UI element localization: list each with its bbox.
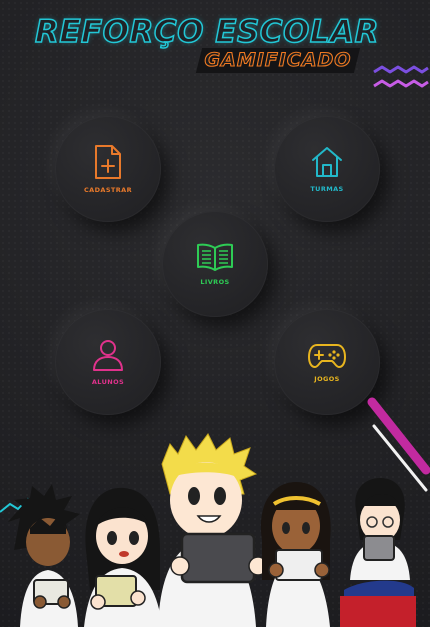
cadastrar-label: CADASTRAR: [84, 186, 132, 194]
alunos-label: ALUNOS: [91, 378, 125, 386]
jogos-button[interactable]: JOGOS: [274, 309, 380, 415]
livros-label: LIVROS: [200, 278, 230, 286]
app-title: REFORÇO ESCOLAR: [34, 13, 380, 51]
cyan-zigzag-decoration-icon: [0, 495, 43, 513]
turmas-label: TURMAS: [310, 185, 344, 193]
jogos-label: JOGOS: [314, 375, 340, 383]
home-icon: [312, 147, 342, 177]
gamepad-icon: [308, 344, 346, 368]
student-1: [8, 484, 80, 627]
app-subtitle: GAMIFICADO: [204, 48, 352, 71]
alunos-button[interactable]: ALUNOS: [55, 309, 161, 415]
student-4: [260, 482, 331, 627]
user-icon: [93, 340, 123, 371]
open-book-icon: [197, 243, 233, 271]
zigzag-decoration-icon: [373, 65, 429, 88]
turmas-button[interactable]: TURMAS: [274, 116, 380, 222]
file-plus-icon: [95, 145, 121, 179]
neon-stroke-decoration-icon: [367, 397, 430, 492]
student-2: [84, 487, 162, 627]
cadastrar-button[interactable]: CADASTRAR: [55, 116, 161, 222]
student-3: [158, 433, 268, 627]
livros-button[interactable]: LIVROS: [162, 211, 268, 317]
student-5: [340, 478, 416, 627]
students-with-tablets-illustration: [8, 433, 416, 627]
